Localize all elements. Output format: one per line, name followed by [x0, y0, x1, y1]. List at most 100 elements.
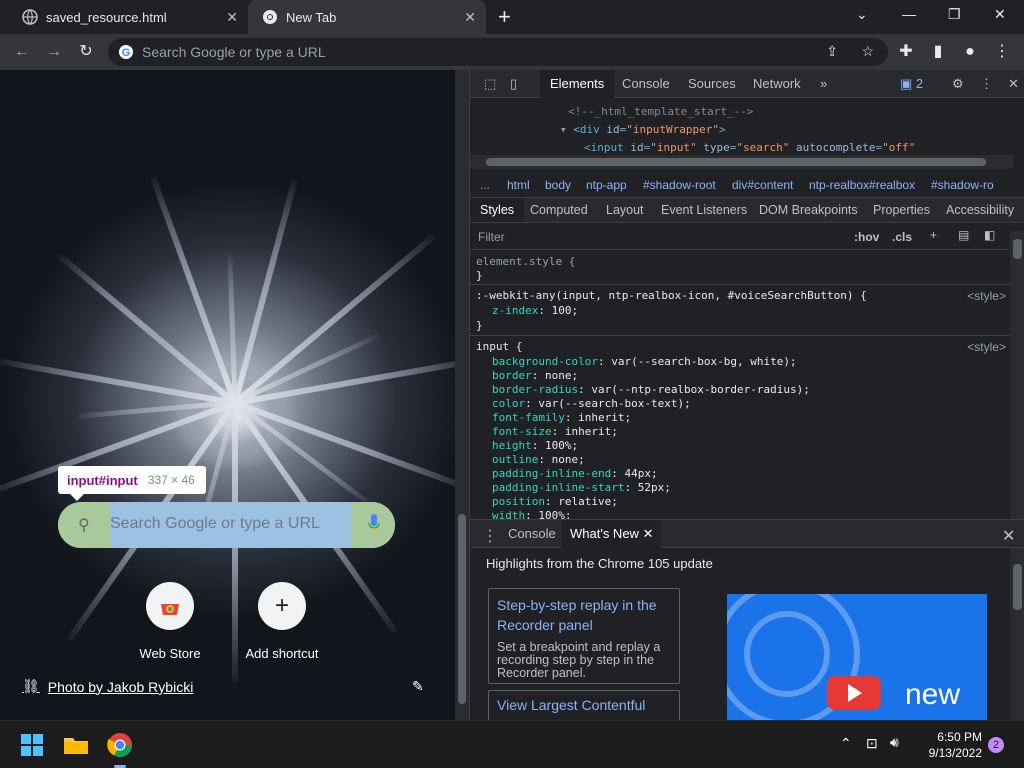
tab-search-icon[interactable]: ⌄	[856, 6, 868, 23]
restore-button[interactable]: ❐	[948, 6, 961, 23]
network-icon[interactable]: ⊡	[866, 735, 878, 752]
dom-node-div[interactable]: ▾ <div id="inputWrapper">	[560, 123, 726, 136]
css-rule-input[interactable]: input { <style> background-color: var(--…	[470, 336, 1010, 519]
breadcrumb: ... html body ntp-app #shadow-root div#c…	[470, 173, 1024, 197]
drawer-tab-console[interactable]: Console	[508, 526, 556, 541]
scrollbar-thumb[interactable]	[486, 158, 986, 166]
close-tab-icon[interactable]: ✕	[643, 526, 654, 541]
breadcrumb-item[interactable]: ...	[480, 178, 490, 192]
minimize-button[interactable]: —	[902, 6, 916, 22]
drawer-scrollbar[interactable]	[1010, 548, 1024, 721]
css-property[interactable]: background-color: var(--search-box-bg, w…	[492, 355, 797, 368]
voice-search-icon[interactable]	[367, 513, 381, 535]
css-property[interactable]: position: relative;	[492, 495, 618, 508]
dom-comment[interactable]: <!--_html_template_start_-->	[568, 105, 753, 118]
drawer-close-icon[interactable]: ✕	[1002, 526, 1015, 546]
new-rule-icon[interactable]: +	[930, 228, 937, 242]
breadcrumb-item[interactable]: #shadow-ro	[931, 178, 994, 192]
scrollbar-thumb[interactable]	[1013, 239, 1022, 259]
system-clock[interactable]: 6:50 PM 9/13/2022	[918, 729, 982, 761]
breadcrumb-item[interactable]: ntp-app	[586, 178, 627, 192]
menu-kebab-icon[interactable]: ⋮	[992, 42, 1012, 62]
device-toolbar-icon[interactable]: ▯	[500, 70, 527, 98]
forward-button[interactable]: →	[44, 42, 64, 62]
page-scrollbar[interactable]	[455, 70, 469, 720]
address-bar[interactable]: G Search Google or type a URL ⇪ ☆	[108, 38, 888, 66]
breadcrumb-item[interactable]: html	[507, 178, 530, 192]
drawer-menu-icon[interactable]: ⋮	[482, 526, 498, 546]
devtools-close-icon[interactable]: ✕	[998, 70, 1024, 98]
tab-layout[interactable]: Layout	[596, 198, 654, 222]
new-tab-button[interactable]: +	[498, 4, 511, 30]
share-icon[interactable]: ⇪	[826, 43, 838, 60]
drawer-tab-whats-new[interactable]: What's New ✕	[562, 520, 662, 548]
dom-horizontal-scrollbar[interactable]	[470, 155, 1013, 169]
tooltip-selector: input#input	[67, 472, 138, 488]
css-rule-webkit-any[interactable]: :-webkit-any(input, ntp-realbox-icon, #v…	[470, 285, 1010, 336]
reload-button[interactable]: ↻	[76, 42, 96, 62]
photo-credit-link[interactable]: ⛓ Photo by Jakob Rybicki	[22, 678, 193, 695]
breadcrumb-item[interactable]: div#content	[732, 178, 793, 192]
add-shortcut-button[interactable]: +	[258, 582, 306, 630]
css-property[interactable]: width: 100%;	[492, 509, 572, 519]
card-title-link[interactable]: Step-by-step replay in the Recorder pane…	[497, 595, 671, 635]
tab-console[interactable]: Console	[612, 70, 680, 98]
side-panel-icon[interactable]: ▮	[928, 42, 948, 62]
tab-properties[interactable]: Properties	[863, 198, 940, 222]
back-button[interactable]: ←	[12, 42, 32, 62]
issues-badge[interactable]: ▣ 2	[890, 70, 933, 98]
breadcrumb-item[interactable]: #shadow-root	[643, 178, 716, 192]
tab-event-listeners[interactable]: Event Listeners	[651, 198, 757, 222]
tab-close-icon[interactable]: ✕	[464, 9, 476, 26]
tab-computed[interactable]: Computed	[520, 198, 598, 222]
show-hidden-icons-chevron[interactable]: ⌃	[840, 735, 852, 752]
more-tabs-icon[interactable]: »	[810, 70, 837, 98]
css-property[interactable]: color: var(--search-box-text);	[492, 397, 691, 410]
extensions-icon[interactable]: ✚	[896, 42, 916, 62]
windows-start-icon[interactable]	[16, 729, 48, 761]
chrome-taskbar-icon[interactable]	[104, 729, 136, 761]
hov-toggle[interactable]: :hov	[854, 230, 879, 244]
notification-badge[interactable]: 2	[988, 737, 1004, 753]
tab-new-tab[interactable]: New Tab ✕	[248, 0, 486, 34]
settings-gear-icon[interactable]: ⚙	[942, 70, 974, 98]
scrollbar-thumb[interactable]	[1013, 564, 1022, 610]
rendering-emulation-icon[interactable]: ▤	[958, 228, 969, 242]
css-rule-element-style[interactable]: element.style { }	[470, 251, 1010, 285]
card-title-link[interactable]: View Largest Contentful	[497, 695, 671, 715]
close-window-button[interactable]: ✕	[994, 6, 1006, 23]
tab-sources[interactable]: Sources	[678, 70, 746, 98]
css-property[interactable]: font-family: inherit;	[492, 411, 631, 424]
cls-toggle[interactable]: .cls	[892, 230, 912, 244]
bookmark-star-icon[interactable]: ☆	[861, 43, 874, 60]
tab-elements[interactable]: Elements	[540, 70, 615, 98]
file-explorer-icon[interactable]	[60, 729, 92, 761]
tab-close-icon[interactable]: ✕	[226, 9, 238, 26]
sidebar-toggle-icon[interactable]: ◧	[984, 228, 995, 242]
whats-new-video-thumbnail[interactable]: new	[727, 594, 987, 724]
breadcrumb-item[interactable]: body	[545, 178, 571, 192]
customize-pencil-icon[interactable]: ✎	[412, 678, 424, 695]
profile-avatar-icon[interactable]: ●	[960, 42, 980, 62]
css-property[interactable]: border-radius: var(--ntp-realbox-border-…	[492, 383, 810, 396]
tab-styles[interactable]: Styles	[470, 198, 525, 222]
tab-network[interactable]: Network	[743, 70, 811, 98]
volume-icon[interactable]: 🔊︎	[890, 734, 899, 751]
tab-accessibility[interactable]: Accessibility	[936, 198, 1024, 222]
css-property[interactable]: border: none;	[492, 369, 578, 382]
search-box[interactable]: ⚲ Search Google or type a URL	[58, 502, 395, 548]
tab-saved-resource[interactable]: saved_resource.html ✕	[8, 0, 248, 34]
shortcut-web-store[interactable]	[146, 582, 194, 630]
css-property[interactable]: padding-inline-start: 52px;	[492, 481, 671, 494]
filter-input[interactable]: Filter	[478, 230, 505, 244]
css-property[interactable]: font-size: inherit;	[492, 425, 618, 438]
css-property[interactable]: padding-inline-end: 44px;	[492, 467, 658, 480]
dom-node-input-selected[interactable]: <input id="input" type="search" autocomp…	[584, 141, 915, 154]
whats-new-card[interactable]: Step-by-step replay in the Recorder pane…	[488, 588, 680, 684]
styles-scrollbar[interactable]	[1010, 231, 1024, 519]
scrollbar-thumb[interactable]	[458, 514, 466, 704]
css-property[interactable]: outline: none;	[492, 453, 585, 466]
tab-dom-breakpoints[interactable]: DOM Breakpoints	[749, 198, 868, 222]
css-property[interactable]: height: 100%;	[492, 439, 578, 452]
breadcrumb-item[interactable]: ntp-realbox#realbox	[809, 178, 915, 192]
